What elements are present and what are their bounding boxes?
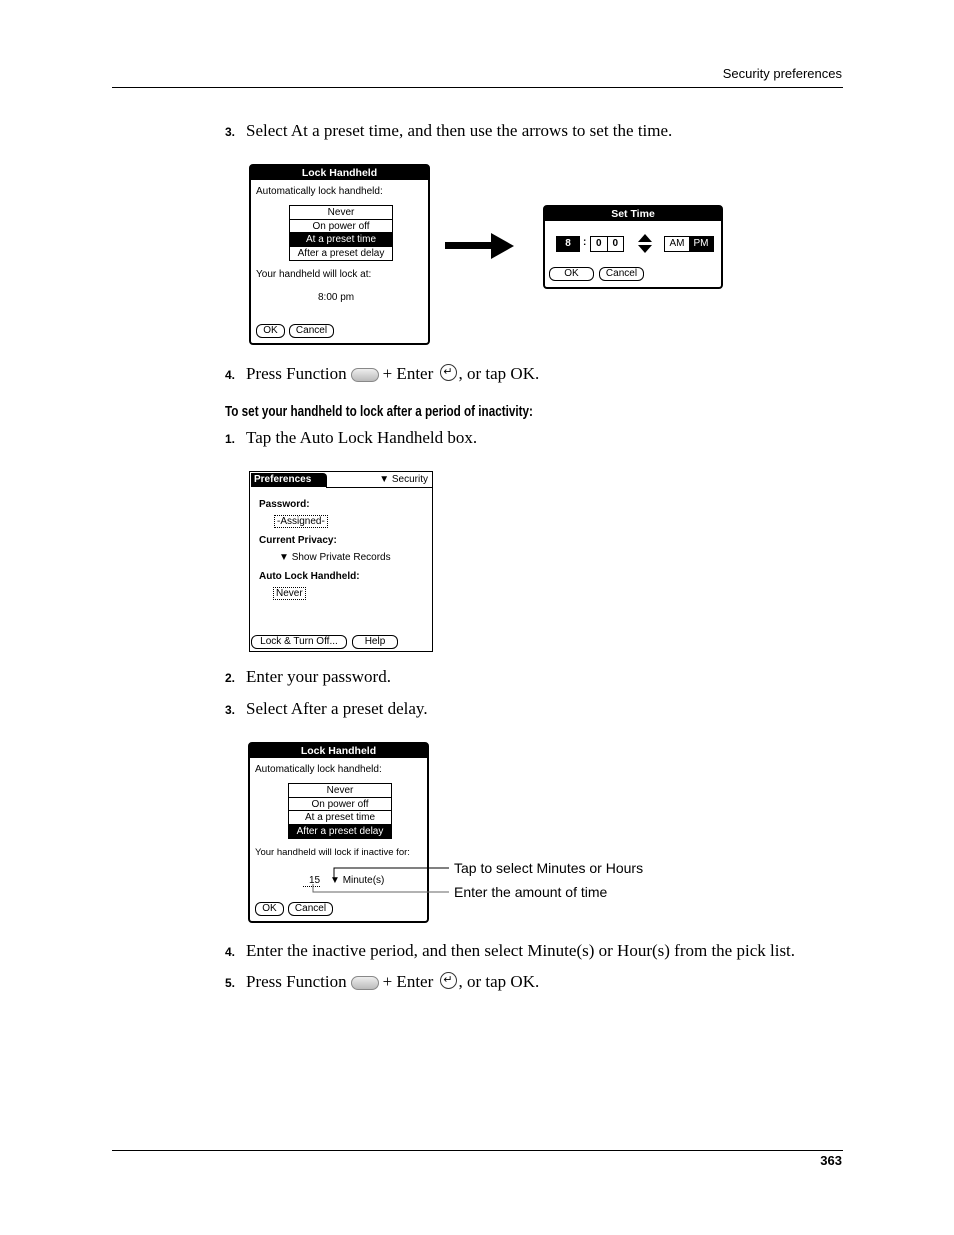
pm-option[interactable]: PM [689, 237, 713, 251]
title-rule [326, 487, 432, 488]
step-b1: 1. Tap the Auto Lock Handheld box. [225, 428, 477, 448]
running-header: Security preferences [722, 66, 842, 81]
screen-title: Set Time [545, 207, 721, 221]
screen-title: Lock Handheld [251, 166, 428, 180]
lock-handheld-screen: Lock Handheld Automatically lock handhel… [249, 164, 430, 345]
step-a4: 4. Press Function + Enter ↵, or tap OK. [225, 364, 539, 384]
step-number: 3. [225, 125, 236, 139]
hour-field[interactable]: 8 [556, 236, 580, 252]
step-number: 3. [225, 703, 236, 717]
callout-lines [312, 867, 449, 893]
lock-time[interactable]: 8:00 pm [318, 292, 354, 303]
category-picker[interactable]: ▼ Security [379, 474, 428, 485]
option-preset-delay[interactable]: After a preset delay [289, 824, 391, 838]
am-pm-selector[interactable]: AM PM [664, 236, 714, 252]
minutes-field[interactable]: 0 0 [590, 236, 624, 252]
auto-lock-label: Auto Lock Handheld: [259, 571, 360, 582]
option-never[interactable]: Never [290, 206, 392, 220]
enter-key-icon: ↵ [439, 364, 457, 381]
step-text: Tap the Auto Lock Handheld box. [246, 428, 478, 447]
auto-lock-box[interactable]: Never [273, 587, 306, 600]
step-number: 2. [225, 671, 236, 685]
step-text: Press Function [246, 364, 347, 383]
option-preset-time[interactable]: At a preset time [289, 811, 391, 825]
time-separator: : [583, 237, 587, 248]
password-label: Password: [259, 499, 310, 510]
option-preset-time[interactable]: At a preset time [290, 233, 392, 247]
password-field[interactable]: -Assigned- [274, 515, 328, 528]
page-number: 363 [820, 1153, 842, 1168]
privacy-value: Show Private Records [291, 552, 391, 563]
enter-key-icon: ↵ [439, 972, 457, 989]
step-text: Enter the inactive period, and then sele… [246, 941, 796, 960]
option-preset-delay[interactable]: After a preset delay [290, 247, 392, 261]
option-power-off[interactable]: On power off [290, 220, 392, 233]
privacy-label: Current Privacy: [259, 535, 337, 546]
step-text: Enter your password. [246, 667, 391, 686]
lock-options-list: Never On power off At a preset time Afte… [288, 783, 392, 839]
step-number: 4. [225, 945, 236, 959]
cancel-button[interactable]: Cancel [288, 902, 333, 916]
screen-title: Lock Handheld [250, 744, 427, 758]
subheading: To set your handheld to lock after a per… [225, 403, 533, 420]
step-text: Press Function [246, 972, 347, 991]
lock-options-list: Never On power off At a preset time Afte… [289, 205, 393, 261]
label: Automatically lock handheld: [255, 764, 382, 775]
step-text: Select After a preset delay. [246, 699, 428, 718]
triangle-down-icon: ▼ [379, 474, 390, 485]
privacy-picker[interactable]: ▼ Show Private Records [279, 552, 391, 563]
cancel-button[interactable]: Cancel [599, 267, 644, 281]
step-a3: 3. Select At a preset time, and then use … [225, 121, 672, 141]
footer-rule [112, 1150, 843, 1151]
ok-button[interactable]: OK [255, 902, 284, 916]
callout-amount: Enter the amount of time [454, 884, 608, 900]
header-rule [112, 87, 843, 88]
inactive-label: Your handheld will lock if inactive for: [255, 847, 410, 858]
minute-ones[interactable]: 0 [608, 237, 624, 251]
step-text: Select At a preset time, and then use th… [246, 121, 673, 140]
step-number: 4. [225, 368, 236, 382]
am-option[interactable]: AM [665, 237, 689, 251]
function-key-icon [350, 368, 379, 383]
up-down-arrows-icon[interactable] [638, 234, 652, 254]
lock-turn-off-button[interactable]: Lock & Turn Off... [251, 635, 347, 649]
arrow-right-icon [445, 233, 514, 259]
cancel-button[interactable]: Cancel [289, 324, 334, 338]
step-b2: 2. Enter your password. [225, 667, 391, 687]
step-text: + Enter [382, 364, 434, 383]
step-b5: 5. Press Function + Enter ↵, or tap OK. [225, 972, 539, 992]
step-text: + Enter [382, 972, 434, 991]
step-number: 1. [225, 432, 236, 446]
category-value: Security [391, 474, 428, 485]
ok-button[interactable]: OK [256, 324, 285, 338]
ok-button[interactable]: OK [549, 267, 594, 281]
step-text: , or tap OK. [458, 972, 540, 991]
set-time-screen: Set Time 8 : 0 0 AM PM OK Cancel [543, 205, 723, 289]
callout-unit: Tap to select Minutes or Hours [454, 860, 644, 876]
preferences-screen: Preferences ▼ Security Password: -Assign… [249, 471, 433, 652]
step-b3: 3. Select After a preset delay. [225, 699, 428, 719]
minute-tens[interactable]: 0 [591, 237, 608, 251]
step-number: 5. [225, 976, 236, 990]
triangle-down-icon: ▼ [279, 552, 289, 563]
function-key-icon [350, 976, 379, 991]
step-b4: 4. Enter the inactive period, and then se… [225, 941, 795, 961]
help-button[interactable]: Help [352, 635, 398, 649]
label: Automatically lock handheld: [256, 186, 383, 197]
option-never[interactable]: Never [289, 784, 391, 798]
screen-title: Preferences [251, 473, 327, 487]
lock-label: Your handheld will lock at: [256, 269, 372, 280]
option-power-off[interactable]: On power off [289, 798, 391, 811]
step-text: , or tap OK. [458, 364, 540, 383]
